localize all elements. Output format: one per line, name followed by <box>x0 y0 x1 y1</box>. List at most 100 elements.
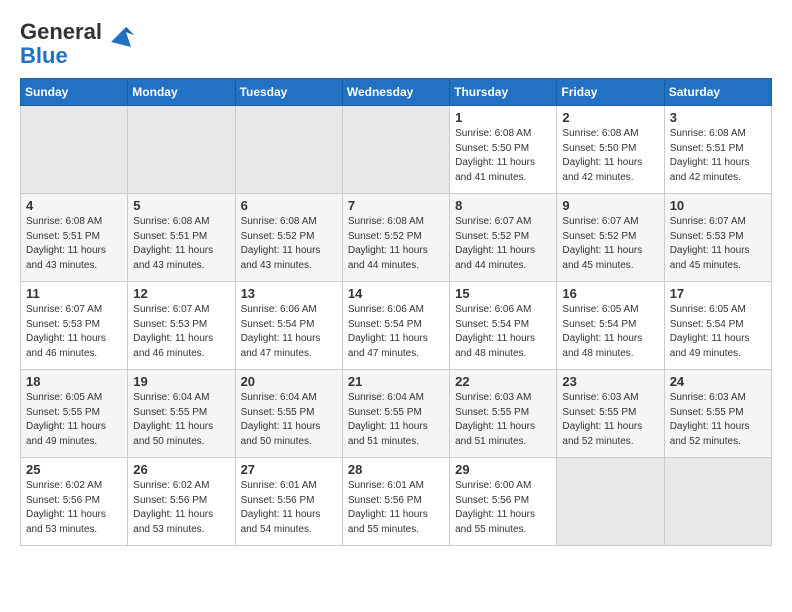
cell-info: Sunrise: 6:08 AM Sunset: 5:50 PM Dayligh… <box>455 127 551 185</box>
cell-info: Sunrise: 6:06 AM Sunset: 5:54 PM Dayligh… <box>348 303 444 361</box>
cell-info: Sunrise: 6:08 AM Sunset: 5:52 PM Dayligh… <box>348 215 444 273</box>
day-number: 1 <box>455 110 551 125</box>
day-number: 22 <box>455 374 551 389</box>
calendar-week-row: 18 Sunrise: 6:05 AM Sunset: 5:55 PM Dayli… <box>21 370 772 458</box>
cell-info: Sunrise: 6:01 AM Sunset: 5:56 PM Dayligh… <box>241 479 337 537</box>
calendar-cell: 1 Sunrise: 6:08 AM Sunset: 5:50 PM Daylig… <box>450 106 557 194</box>
calendar-cell: 7 Sunrise: 6:08 AM Sunset: 5:52 PM Daylig… <box>342 194 449 282</box>
day-number: 7 <box>348 198 444 213</box>
calendar-header-row: SundayMondayTuesdayWednesdayThursdayFrid… <box>21 79 772 106</box>
day-header: Wednesday <box>342 79 449 106</box>
cell-info: Sunrise: 6:08 AM Sunset: 5:51 PM Dayligh… <box>26 215 122 273</box>
day-number: 23 <box>562 374 658 389</box>
day-number: 9 <box>562 198 658 213</box>
cell-info: Sunrise: 6:07 AM Sunset: 5:52 PM Dayligh… <box>562 215 658 273</box>
logo-text: General Blue <box>20 20 102 68</box>
cell-info: Sunrise: 6:08 AM Sunset: 5:51 PM Dayligh… <box>133 215 229 273</box>
logo-general: General <box>20 19 102 44</box>
calendar-cell: 4 Sunrise: 6:08 AM Sunset: 5:51 PM Daylig… <box>21 194 128 282</box>
cell-info: Sunrise: 6:02 AM Sunset: 5:56 PM Dayligh… <box>26 479 122 537</box>
day-number: 19 <box>133 374 229 389</box>
cell-info: Sunrise: 6:07 AM Sunset: 5:53 PM Dayligh… <box>26 303 122 361</box>
cell-info: Sunrise: 6:05 AM Sunset: 5:55 PM Dayligh… <box>26 391 122 449</box>
calendar-cell: 16 Sunrise: 6:05 AM Sunset: 5:54 PM Dayli… <box>557 282 664 370</box>
cell-info: Sunrise: 6:06 AM Sunset: 5:54 PM Dayligh… <box>241 303 337 361</box>
cell-info: Sunrise: 6:05 AM Sunset: 5:54 PM Dayligh… <box>562 303 658 361</box>
day-header: Monday <box>128 79 235 106</box>
cell-info: Sunrise: 6:07 AM Sunset: 5:53 PM Dayligh… <box>133 303 229 361</box>
calendar-cell: 18 Sunrise: 6:05 AM Sunset: 5:55 PM Dayli… <box>21 370 128 458</box>
calendar-cell: 25 Sunrise: 6:02 AM Sunset: 5:56 PM Dayli… <box>21 458 128 546</box>
cell-info: Sunrise: 6:04 AM Sunset: 5:55 PM Dayligh… <box>133 391 229 449</box>
day-header: Friday <box>557 79 664 106</box>
calendar-cell: 8 Sunrise: 6:07 AM Sunset: 5:52 PM Daylig… <box>450 194 557 282</box>
calendar-cell: 9 Sunrise: 6:07 AM Sunset: 5:52 PM Daylig… <box>557 194 664 282</box>
calendar-cell: 17 Sunrise: 6:05 AM Sunset: 5:54 PM Dayli… <box>664 282 771 370</box>
day-number: 13 <box>241 286 337 301</box>
calendar-cell: 5 Sunrise: 6:08 AM Sunset: 5:51 PM Daylig… <box>128 194 235 282</box>
day-number: 6 <box>241 198 337 213</box>
day-number: 8 <box>455 198 551 213</box>
day-number: 2 <box>562 110 658 125</box>
calendar-week-row: 25 Sunrise: 6:02 AM Sunset: 5:56 PM Dayli… <box>21 458 772 546</box>
cell-info: Sunrise: 6:01 AM Sunset: 5:56 PM Dayligh… <box>348 479 444 537</box>
day-number: 16 <box>562 286 658 301</box>
day-number: 29 <box>455 462 551 477</box>
day-header: Sunday <box>21 79 128 106</box>
calendar-cell <box>128 106 235 194</box>
calendar-cell: 27 Sunrise: 6:01 AM Sunset: 5:56 PM Dayli… <box>235 458 342 546</box>
day-header: Saturday <box>664 79 771 106</box>
calendar-cell <box>21 106 128 194</box>
cell-info: Sunrise: 6:00 AM Sunset: 5:56 PM Dayligh… <box>455 479 551 537</box>
calendar-cell <box>664 458 771 546</box>
day-header: Thursday <box>450 79 557 106</box>
day-number: 28 <box>348 462 444 477</box>
cell-info: Sunrise: 6:07 AM Sunset: 5:52 PM Dayligh… <box>455 215 551 273</box>
day-number: 12 <box>133 286 229 301</box>
calendar-table: SundayMondayTuesdayWednesdayThursdayFrid… <box>20 78 772 546</box>
cell-info: Sunrise: 6:08 AM Sunset: 5:50 PM Dayligh… <box>562 127 658 185</box>
calendar-cell: 11 Sunrise: 6:07 AM Sunset: 5:53 PM Dayli… <box>21 282 128 370</box>
day-number: 18 <box>26 374 122 389</box>
cell-info: Sunrise: 6:04 AM Sunset: 5:55 PM Dayligh… <box>348 391 444 449</box>
day-number: 3 <box>670 110 766 125</box>
calendar-cell <box>235 106 342 194</box>
cell-info: Sunrise: 6:02 AM Sunset: 5:56 PM Dayligh… <box>133 479 229 537</box>
calendar-cell: 23 Sunrise: 6:03 AM Sunset: 5:55 PM Dayli… <box>557 370 664 458</box>
calendar-cell: 29 Sunrise: 6:00 AM Sunset: 5:56 PM Dayli… <box>450 458 557 546</box>
day-number: 5 <box>133 198 229 213</box>
day-number: 17 <box>670 286 766 301</box>
calendar-cell: 14 Sunrise: 6:06 AM Sunset: 5:54 PM Dayli… <box>342 282 449 370</box>
day-number: 11 <box>26 286 122 301</box>
day-number: 27 <box>241 462 337 477</box>
calendar-week-row: 11 Sunrise: 6:07 AM Sunset: 5:53 PM Dayli… <box>21 282 772 370</box>
calendar-cell: 15Sunrise: 6:06 AM Sunset: 5:54 PM Dayli… <box>450 282 557 370</box>
cell-info: Sunrise: 6:04 AM Sunset: 5:55 PM Dayligh… <box>241 391 337 449</box>
calendar-cell: 24 Sunrise: 6:03 AM Sunset: 5:55 PM Dayli… <box>664 370 771 458</box>
day-number: 24 <box>670 374 766 389</box>
calendar-cell: 13 Sunrise: 6:06 AM Sunset: 5:54 PM Dayli… <box>235 282 342 370</box>
cell-info: Sunrise: 6:03 AM Sunset: 5:55 PM Dayligh… <box>562 391 658 449</box>
day-number: 14 <box>348 286 444 301</box>
day-number: 20 <box>241 374 337 389</box>
calendar-week-row: 1 Sunrise: 6:08 AM Sunset: 5:50 PM Daylig… <box>21 106 772 194</box>
day-header: Tuesday <box>235 79 342 106</box>
cell-info: Sunrise: 6:07 AM Sunset: 5:53 PM Dayligh… <box>670 215 766 273</box>
calendar-cell: 6 Sunrise: 6:08 AM Sunset: 5:52 PM Daylig… <box>235 194 342 282</box>
calendar-cell: 2 Sunrise: 6:08 AM Sunset: 5:50 PM Daylig… <box>557 106 664 194</box>
calendar-body: 1 Sunrise: 6:08 AM Sunset: 5:50 PM Daylig… <box>21 106 772 546</box>
page-header: General Blue <box>20 20 772 68</box>
cell-info: Sunrise: 6:08 AM Sunset: 5:52 PM Dayligh… <box>241 215 337 273</box>
calendar-cell: 19 Sunrise: 6:04 AM Sunset: 5:55 PM Dayli… <box>128 370 235 458</box>
day-number: 21 <box>348 374 444 389</box>
cell-info: Sunrise: 6:03 AM Sunset: 5:55 PM Dayligh… <box>670 391 766 449</box>
cell-info: Sunrise: 6:08 AM Sunset: 5:51 PM Dayligh… <box>670 127 766 185</box>
day-number: 25 <box>26 462 122 477</box>
calendar-cell: 22Sunrise: 6:03 AM Sunset: 5:55 PM Dayli… <box>450 370 557 458</box>
day-number: 4 <box>26 198 122 213</box>
calendar-cell: 3 Sunrise: 6:08 AM Sunset: 5:51 PM Daylig… <box>664 106 771 194</box>
logo-blue: Blue <box>20 43 68 68</box>
logo-icon <box>106 22 136 52</box>
cell-info: Sunrise: 6:05 AM Sunset: 5:54 PM Dayligh… <box>670 303 766 361</box>
calendar-cell <box>342 106 449 194</box>
